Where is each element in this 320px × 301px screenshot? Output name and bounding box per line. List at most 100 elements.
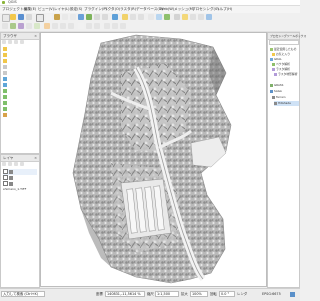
zoom-full-icon[interactable] [78, 14, 84, 20]
pan-to-selection-icon[interactable] [54, 14, 60, 20]
browser-item[interactable] [3, 95, 8, 100]
statistics-icon[interactable] [164, 14, 170, 20]
attribute-table-icon[interactable] [148, 14, 154, 20]
bookmark-icon[interactable] [198, 14, 204, 20]
layer-style-icon[interactable] [2, 162, 6, 166]
checkbox-icon[interactable] [3, 169, 8, 174]
add-csv-icon[interactable] [26, 23, 32, 29]
raster-icon [274, 72, 277, 76]
browser-item[interactable] [3, 101, 8, 106]
menu-vector[interactable]: ベクタ(O) [104, 7, 120, 12]
browser-item[interactable] [3, 59, 8, 64]
browser-item[interactable] [3, 53, 8, 58]
undo-icon[interactable] [86, 23, 92, 29]
zoom-last-icon[interactable] [94, 14, 100, 20]
pin-label-icon[interactable] [112, 23, 118, 29]
toolbox-search-input[interactable] [269, 40, 299, 45]
toolbox-item[interactable]: ラスタ地形解析 [274, 72, 298, 77]
browser-item[interactable] [3, 47, 8, 52]
coordinate-field[interactable]: 140831,-11,5614 % [105, 291, 145, 297]
locator-search-input[interactable]: 入力して検索 (Ctrl+K) [1, 291, 45, 297]
rotate-label-icon[interactable] [120, 23, 126, 29]
select-features-icon[interactable] [130, 14, 136, 20]
menu-help[interactable]: ヘルプ(H) [216, 7, 232, 12]
add-wms-icon[interactable] [34, 23, 40, 29]
zoom-out-icon[interactable] [70, 14, 76, 20]
magnifier-label: 拡大 [181, 292, 188, 296]
measure-icon[interactable] [174, 14, 180, 20]
redo-icon[interactable] [94, 23, 100, 29]
identify-icon[interactable] [122, 14, 128, 20]
layer-item[interactable] [3, 181, 14, 187]
menu-view[interactable]: ビュー(V) [38, 7, 54, 12]
layer-item-name[interactable]: shimano_1.TIFF [3, 187, 26, 192]
delete-selected-icon[interactable] [78, 23, 84, 29]
messages-icon[interactable] [290, 292, 295, 297]
menu-settings[interactable]: 設定(S) [70, 7, 82, 12]
menu-edit[interactable]: 編集(E) [24, 7, 36, 12]
menu-layer[interactable]: レイヤ(L) [54, 7, 69, 12]
print-layout-icon[interactable] [36, 14, 44, 22]
vertex-tool-icon[interactable] [68, 23, 74, 29]
crs-button[interactable]: EPSG:6675 [262, 291, 281, 297]
save-as-icon[interactable] [26, 14, 32, 20]
scale-field[interactable]: 1:1,500 [155, 291, 179, 297]
browser-item[interactable] [3, 107, 8, 112]
refresh-icon[interactable] [112, 14, 118, 20]
layer-item[interactable] [3, 169, 37, 175]
add-vector-icon[interactable] [10, 23, 16, 29]
browser-item[interactable] [3, 113, 8, 118]
zoom-next-icon[interactable] [102, 14, 108, 20]
browser-item[interactable] [3, 65, 8, 70]
zoom-in-icon[interactable] [62, 14, 68, 20]
zoom-layer-icon[interactable] [86, 14, 92, 20]
raster-layer-icon [9, 169, 13, 174]
edit-toggle-icon[interactable] [44, 23, 50, 29]
menu-database[interactable]: データベース(D) [136, 7, 163, 12]
menu-processing[interactable]: プロセシング(C) [192, 7, 219, 12]
label-tool-icon[interactable] [104, 23, 110, 29]
browser-item[interactable] [3, 71, 8, 76]
remove-layer-icon[interactable] [20, 162, 24, 166]
checkbox-icon[interactable] [3, 175, 8, 180]
menu-web[interactable]: Web(W) [160, 7, 174, 12]
rotation-field[interactable]: 0.0 ° [219, 291, 235, 297]
add-selected-icon[interactable] [2, 40, 6, 44]
pan-hand-icon[interactable] [46, 14, 52, 20]
close-icon[interactable]: × [34, 34, 37, 38]
save-edits-icon[interactable] [52, 23, 58, 29]
add-group-icon[interactable] [8, 162, 12, 166]
toolbox-item[interactable]: Terrain [272, 95, 285, 100]
field-calculator-icon[interactable] [156, 14, 162, 20]
toolbox-item[interactable]: GRASS [270, 83, 283, 88]
map-canvas[interactable] [40, 32, 267, 287]
python-console-icon[interactable] [206, 14, 212, 20]
render-toggle[interactable]: レンダ [237, 291, 247, 297]
save-project-icon[interactable] [18, 14, 24, 20]
menu-raster[interactable]: ラスタ(R) [120, 7, 136, 12]
collapse-all-icon[interactable] [20, 40, 24, 44]
annotation-icon[interactable] [182, 14, 188, 20]
deselect-icon[interactable] [138, 14, 144, 20]
menu-bar: プロジェクト(J) 編集(E) ビュー(V) レイヤ(L) 設定(S) プラグイ… [0, 6, 300, 13]
open-project-icon[interactable] [10, 14, 16, 20]
browser-item[interactable] [3, 83, 8, 88]
add-raster-icon[interactable] [18, 23, 24, 29]
new-project-icon[interactable] [2, 14, 10, 22]
map-tips-icon[interactable] [190, 14, 196, 20]
rotation-label: 回転 [210, 292, 217, 296]
raster-layer-icon [9, 175, 13, 180]
digitize-icon[interactable] [60, 23, 66, 29]
browser-item[interactable] [3, 89, 8, 94]
filter-layers-icon[interactable] [14, 162, 18, 166]
data-source-manager-icon[interactable] [2, 23, 8, 29]
filter-browser-icon[interactable] [14, 40, 18, 44]
toolbox-item-selected[interactable]: Hillshade [274, 101, 299, 106]
checkbox-icon[interactable] [3, 181, 8, 186]
refresh-browser-icon[interactable] [8, 40, 12, 44]
toolbox-item[interactable]: SAGA [270, 89, 282, 94]
layer-item[interactable] [3, 175, 14, 181]
close-icon[interactable]: × [34, 156, 37, 160]
browser-item[interactable] [3, 77, 8, 82]
magnifier-field[interactable]: 100% [190, 291, 208, 297]
